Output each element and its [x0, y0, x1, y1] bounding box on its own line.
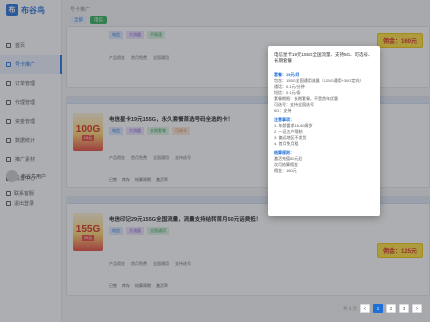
popup-title: 电信星卡19元155G全国流量、支持5G、可选号、长期套餐: [274, 52, 373, 63]
pagination: 共 3 页 < 1 2 3 >: [343, 304, 422, 313]
page-button[interactable]: 2: [386, 304, 396, 313]
popup-line: 5G：支持: [274, 108, 292, 113]
next-page-button[interactable]: >: [412, 304, 422, 313]
product-detail-popup: 电信星卡19元155G全国流量、支持5G、可选号、长期套餐 套餐：19元/月 包…: [268, 46, 380, 216]
popup-line: 4. 首月免月租: [274, 141, 299, 146]
page-button[interactable]: 3: [399, 304, 409, 313]
page-button[interactable]: 1: [373, 304, 383, 313]
popup-commission: 佣金：160元: [274, 168, 297, 173]
prev-page-button[interactable]: <: [360, 304, 370, 313]
pagination-total: 共 3 页: [342, 305, 357, 311]
